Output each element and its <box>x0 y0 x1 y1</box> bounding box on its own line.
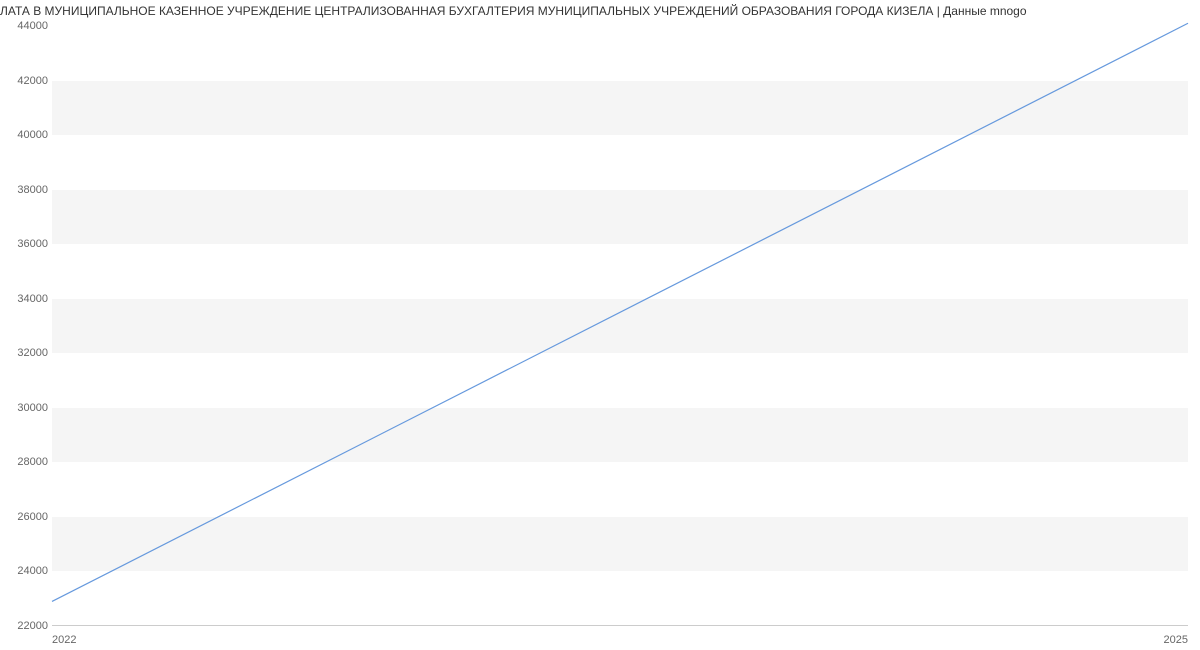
x-tick-label: 2025 <box>1164 634 1188 646</box>
y-tick-label: 24000 <box>8 565 48 577</box>
chart-title: ЛАТА В МУНИЦИПАЛЬНОЕ КАЗЕННОЕ УЧРЕЖДЕНИЕ… <box>0 0 1200 22</box>
y-tick-label: 26000 <box>8 511 48 523</box>
data-line <box>52 23 1188 601</box>
y-tick-label: 40000 <box>8 129 48 141</box>
line-chart-svg <box>52 26 1188 626</box>
plot-area: 2200024000260002800030000320003400036000… <box>52 26 1188 626</box>
y-tick-label: 38000 <box>8 184 48 196</box>
x-tick-label: 2022 <box>52 634 76 646</box>
y-tick-label: 28000 <box>8 456 48 468</box>
y-tick-label: 30000 <box>8 402 48 414</box>
y-tick-label: 42000 <box>8 75 48 87</box>
y-tick-label: 32000 <box>8 347 48 359</box>
y-tick-label: 44000 <box>8 20 48 32</box>
y-tick-label: 34000 <box>8 293 48 305</box>
y-tick-label: 22000 <box>8 620 48 632</box>
chart-container: ЛАТА В МУНИЦИПАЛЬНОЕ КАЗЕННОЕ УЧРЕЖДЕНИЕ… <box>0 0 1200 650</box>
y-tick-label: 36000 <box>8 238 48 250</box>
